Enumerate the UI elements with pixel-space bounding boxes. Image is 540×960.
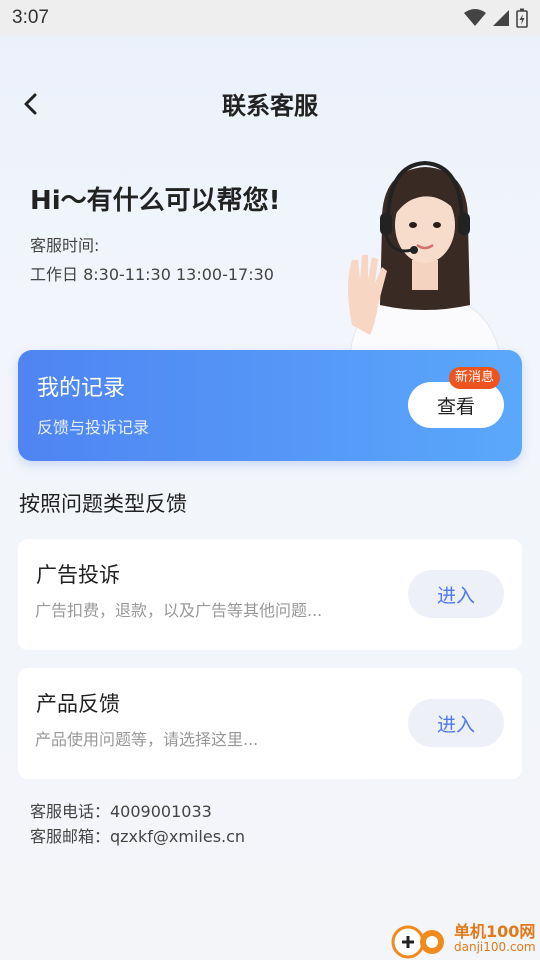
watermark-url: danji100.com xyxy=(454,940,536,954)
card-description: 产品使用问题等，请选择这里... xyxy=(35,730,259,749)
status-icons xyxy=(464,8,528,28)
watermark: 单机100网 danji100.com xyxy=(388,916,540,960)
status-bar: 3:07 xyxy=(0,0,540,36)
watermark-logo-icon xyxy=(391,925,444,959)
enter-button[interactable]: 进入 xyxy=(408,699,504,747)
battery-icon xyxy=(516,8,528,28)
section-title: 按照问题类型反馈 xyxy=(19,492,187,516)
service-email: 客服邮箱：qzxkf@xmiles.cn xyxy=(30,827,246,846)
service-hours-value: 工作日 8:30-11:30 13:00-17:30 xyxy=(30,265,274,284)
card-title: 产品反馈 xyxy=(36,692,120,716)
customer-service-agent-illustration xyxy=(348,160,501,355)
status-time: 3:07 xyxy=(12,7,49,28)
product-feedback-card[interactable]: 产品反馈 产品使用问题等，请选择这里... 进入 xyxy=(18,668,522,779)
ad-complaint-card[interactable]: 广告投诉 广告扣费，退款，以及广告等其他问题... 进入 xyxy=(18,539,522,650)
service-phone: 客服电话：4009001033 xyxy=(30,802,212,821)
hero-section: Hi～有什么可以帮您! 客服时间: 工作日 8:30-11:30 13:00-1… xyxy=(0,150,540,360)
new-message-badge: 新消息 xyxy=(449,367,501,389)
header: 联系客服 xyxy=(0,72,540,136)
greeting-text: Hi～有什么可以帮您! xyxy=(30,186,281,216)
my-records-title: 我的记录 xyxy=(37,376,126,401)
wifi-icon xyxy=(464,9,486,26)
enter-button[interactable]: 进入 xyxy=(408,570,504,618)
card-description: 广告扣费，退款，以及广告等其他问题... xyxy=(35,601,323,620)
service-hours-label: 客服时间: xyxy=(30,236,100,255)
my-records-card[interactable]: 我的记录 反馈与投诉记录 查看 新消息 xyxy=(18,350,522,461)
watermark-brand: 单机100网 xyxy=(454,922,536,941)
my-records-subtitle: 反馈与投诉记录 xyxy=(37,418,150,437)
card-title: 广告投诉 xyxy=(36,563,120,587)
signal-icon xyxy=(493,10,509,26)
page-title: 联系客服 xyxy=(222,92,318,120)
